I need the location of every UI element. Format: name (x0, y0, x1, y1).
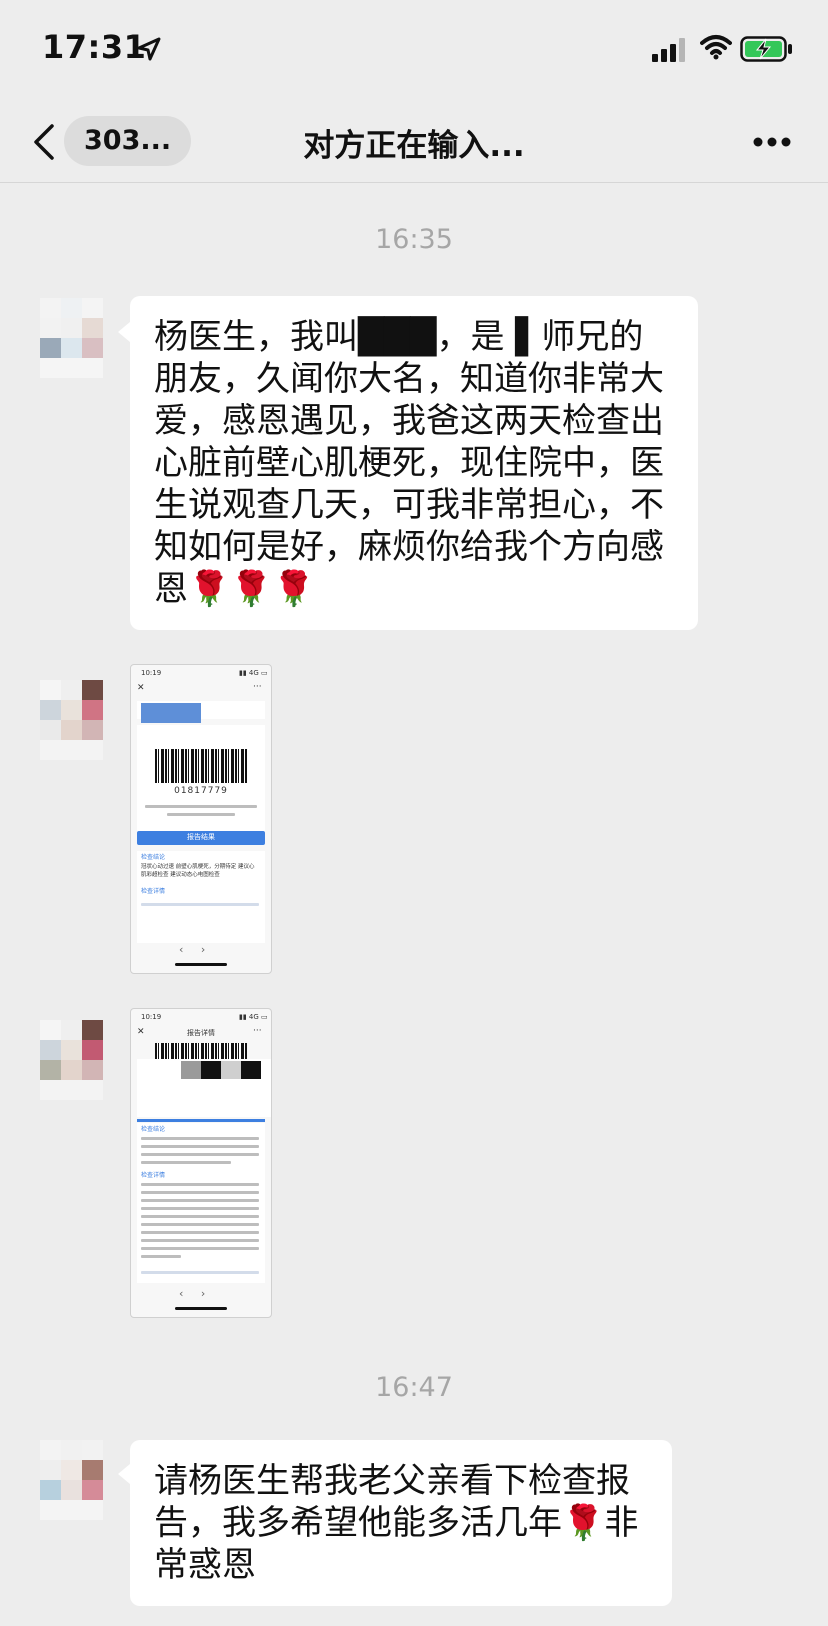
mini-text-line (141, 1207, 259, 1210)
battery-charging-icon (740, 36, 792, 62)
mini-text-line (141, 1183, 259, 1186)
mini-text-line (141, 1153, 259, 1156)
detail-label: 检查详情 (141, 1172, 166, 1179)
mini-status-icons: ▮▮ 4G ▭ (239, 1013, 268, 1021)
mini-text-line (141, 903, 259, 906)
mini-text-line (141, 1271, 259, 1274)
status-bar: 17:31 (0, 0, 828, 100)
avatar[interactable] (40, 680, 104, 760)
status-time: 17:31 (42, 28, 147, 66)
avatar[interactable] (40, 1020, 104, 1100)
mini-status-time: 10:19 (141, 669, 162, 677)
report-screenshot-1[interactable]: 10:19 ▮▮ 4G ▭ ✕ ··· 01817779 报告结果 检查结论 冠… (130, 664, 272, 974)
mini-text-line (141, 1255, 181, 1258)
location-arrow-icon (137, 37, 161, 61)
redacted-block (221, 1061, 241, 1079)
mini-text-line (141, 1231, 259, 1234)
redacted-block (241, 1061, 261, 1079)
barcode-graphic (155, 749, 247, 783)
mini-status-time: 10:19 (141, 1013, 162, 1021)
mini-nav-arrows: ‹ › (179, 943, 206, 956)
mini-text-line (141, 1161, 231, 1164)
redacted-block (201, 1061, 221, 1079)
bubble-tail (118, 1464, 130, 1484)
mini-text-line (141, 1223, 259, 1226)
chat-title: 对方正在输入... (303, 128, 525, 164)
report-result-label: 报告结果 (187, 833, 215, 841)
redacted-block (141, 703, 201, 723)
mini-close-icon: ✕ (137, 683, 145, 693)
conclusion-label: 检查结论 (141, 1126, 166, 1133)
message-text: 请杨医生帮我老父亲看下检查报告，我多希望他能多活几年🌹非常惑恩 (154, 1461, 639, 1585)
mini-more-icon: ··· (253, 682, 262, 692)
mini-header-title: 报告详情 (187, 1029, 215, 1037)
avatar[interactable] (40, 298, 104, 378)
avatar[interactable] (40, 1440, 104, 1520)
barcode-number: 01817779 (174, 786, 228, 796)
mini-text-line (141, 1215, 259, 1218)
mini-home-indicator (175, 963, 227, 966)
wifi-icon (700, 35, 732, 60)
message-bubble[interactable]: 杨医生，我叫███，是 ▌师兄的朋友，久闻你大名，知道你非常大爱，感恩遇见，我爸… (130, 296, 698, 630)
mini-more-icon: ··· (253, 1026, 262, 1036)
mini-text-line (141, 1199, 259, 1202)
mini-text-line (145, 805, 257, 808)
mini-status-icons: ▮▮ 4G ▭ (239, 669, 268, 677)
cellular-signal-icon (652, 38, 685, 62)
message-bubble[interactable]: 请杨医生帮我老父亲看下检查报告，我多希望他能多活几年🌹非常惑恩 (130, 1440, 672, 1606)
conclusion-label: 检查结论 (141, 854, 166, 861)
mini-text-line (167, 813, 235, 816)
mini-text-line (141, 1137, 259, 1140)
chat-header: 303... 对方正在输入... (0, 100, 828, 183)
message-timestamp: 16:35 (375, 224, 453, 255)
conclusion-text: 冠状心动过速 前壁心肌梗死，分期待定 建议心肌彩超检查 建议动态心电图检查 (141, 864, 255, 878)
redacted-block (181, 1061, 201, 1079)
message-text: 杨医生，我叫███，是 ▌师兄的朋友，久闻你大名，知道你非常大爱，感恩遇见，我爸… (154, 317, 664, 609)
mini-text-line (141, 1239, 259, 1242)
bubble-tail (118, 322, 130, 342)
mini-home-indicator (175, 1307, 227, 1310)
mini-text-line (141, 1247, 259, 1250)
mini-nav-arrows: ‹ › (179, 1287, 206, 1300)
message-timestamp: 16:47 (375, 1372, 453, 1403)
more-options-icon[interactable] (752, 136, 792, 148)
mini-text-line (141, 1191, 259, 1194)
mini-text-line (141, 1145, 259, 1148)
mini-blue-bar (137, 1119, 265, 1122)
report-screenshot-2[interactable]: 10:19 ▮▮ 4G ▭ ✕ 报告详情 ··· 检查结论 检查详情 ‹ › (130, 1008, 272, 1318)
detail-label: 检查详情 (141, 888, 166, 895)
